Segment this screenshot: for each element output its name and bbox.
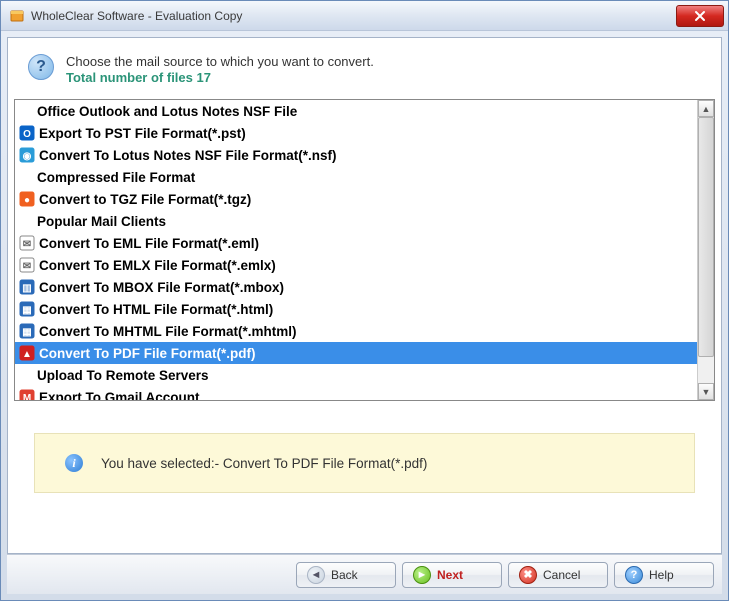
list-group-header: Popular Mail Clients bbox=[15, 210, 697, 232]
scroll-up-button[interactable]: ▲ bbox=[698, 100, 714, 117]
next-button[interactable]: ► Next bbox=[402, 562, 502, 588]
cancel-button[interactable]: ✖ Cancel bbox=[508, 562, 608, 588]
status-prefix: You have selected:- bbox=[101, 456, 223, 471]
svg-text:✉: ✉ bbox=[23, 261, 31, 272]
svg-text:◉: ◉ bbox=[23, 151, 32, 162]
list-group-header: Office Outlook and Lotus Notes NSF File bbox=[15, 100, 697, 122]
back-arrow-icon: ◄ bbox=[307, 566, 325, 584]
help-icon: ? bbox=[625, 566, 643, 584]
window-title: WholeClear Software - Evaluation Copy bbox=[31, 9, 676, 23]
question-icon: ? bbox=[28, 54, 54, 80]
selection-status-panel: i You have selected:- Convert To PDF Fil… bbox=[34, 433, 695, 493]
selection-status-text: You have selected:- Convert To PDF File … bbox=[101, 456, 427, 471]
item-label: Convert to TGZ File Format(*.tgz) bbox=[39, 192, 251, 207]
file-count-text: Total number of files 17 bbox=[66, 70, 374, 85]
scroll-thumb[interactable] bbox=[698, 117, 714, 357]
content-panel: ? Choose the mail source to which you wa… bbox=[7, 37, 722, 554]
list-item[interactable]: M Export To Gmail Account bbox=[15, 386, 697, 400]
scrollbar[interactable]: ▲ ▼ bbox=[697, 100, 714, 400]
emlx-icon: ✉ bbox=[19, 257, 35, 273]
info-icon: i bbox=[65, 454, 83, 472]
list-item[interactable]: ▦ Convert To HTML File Format(*.html) bbox=[15, 298, 697, 320]
content-frame: ? Choose the mail source to which you wa… bbox=[1, 31, 728, 600]
titlebar[interactable]: WholeClear Software - Evaluation Copy bbox=[1, 1, 728, 31]
list-item[interactable]: ▥ Convert To MBOX File Format(*.mbox) bbox=[15, 276, 697, 298]
item-label: Export To PST File Format(*.pst) bbox=[39, 126, 246, 141]
list-item[interactable]: ▲ Convert To PDF File Format(*.pdf) bbox=[15, 342, 697, 364]
item-label: Convert To PDF File Format(*.pdf) bbox=[39, 346, 256, 361]
list-item[interactable]: ▦ Convert To MHTML File Format(*.mhtml) bbox=[15, 320, 697, 342]
item-label: Convert To MBOX File Format(*.mbox) bbox=[39, 280, 284, 295]
item-label: Convert To MHTML File Format(*.mhtml) bbox=[39, 324, 297, 339]
list-viewport[interactable]: Office Outlook and Lotus Notes NSF File O… bbox=[15, 100, 697, 400]
svg-text:✉: ✉ bbox=[23, 239, 31, 250]
item-label: Convert To EMLX File Format(*.emlx) bbox=[39, 258, 276, 273]
list-item[interactable]: ✉ Convert To EMLX File Format(*.emlx) bbox=[15, 254, 697, 276]
svg-text:M: M bbox=[23, 393, 31, 400]
instruction-text: Choose the mail source to which you want… bbox=[66, 54, 374, 69]
header-info: ? Choose the mail source to which you wa… bbox=[8, 38, 721, 99]
group-label: Popular Mail Clients bbox=[37, 214, 166, 229]
back-button[interactable]: ◄ Back bbox=[296, 562, 396, 588]
item-label: Convert To HTML File Format(*.html) bbox=[39, 302, 273, 317]
pdf-icon: ▲ bbox=[19, 345, 35, 361]
group-label: Office Outlook and Lotus Notes NSF File bbox=[37, 104, 297, 119]
svg-text:●: ● bbox=[24, 195, 30, 206]
list-item[interactable]: ◉ Convert To Lotus Notes NSF File Format(… bbox=[15, 144, 697, 166]
help-label: Help bbox=[649, 568, 674, 582]
status-value: Convert To PDF File Format(*.pdf) bbox=[223, 456, 428, 471]
item-label: Convert To Lotus Notes NSF File Format(*… bbox=[39, 148, 337, 163]
lotus-icon: ◉ bbox=[19, 147, 35, 163]
group-label: Upload To Remote Servers bbox=[37, 368, 209, 383]
eml-icon: ✉ bbox=[19, 235, 35, 251]
scroll-down-button[interactable]: ▼ bbox=[698, 383, 714, 400]
item-label: Export To Gmail Account bbox=[39, 390, 200, 401]
app-icon bbox=[9, 8, 25, 24]
help-button[interactable]: ? Help bbox=[614, 562, 714, 588]
html-icon: ▦ bbox=[19, 301, 35, 317]
mhtml-icon: ▦ bbox=[19, 323, 35, 339]
list-group-header: Compressed File Format bbox=[15, 166, 697, 188]
tgz-icon: ● bbox=[19, 191, 35, 207]
group-label: Compressed File Format bbox=[37, 170, 195, 185]
next-label: Next bbox=[437, 568, 463, 582]
mbox-icon: ▥ bbox=[19, 279, 35, 295]
cancel-icon: ✖ bbox=[519, 566, 537, 584]
header-texts: Choose the mail source to which you want… bbox=[66, 54, 374, 85]
list-item[interactable]: O Export To PST File Format(*.pst) bbox=[15, 122, 697, 144]
gmail-icon: M bbox=[19, 389, 35, 400]
svg-text:▥: ▥ bbox=[22, 283, 31, 294]
list-item[interactable]: ✉ Convert To EML File Format(*.eml) bbox=[15, 232, 697, 254]
cancel-label: Cancel bbox=[543, 568, 580, 582]
svg-text:O: O bbox=[23, 129, 31, 140]
scroll-track[interactable] bbox=[698, 117, 714, 383]
list-item[interactable]: ● Convert to TGZ File Format(*.tgz) bbox=[15, 188, 697, 210]
item-label: Convert To EML File Format(*.eml) bbox=[39, 236, 259, 251]
button-bar: ◄ Back ► Next ✖ Cancel ? Help bbox=[7, 554, 722, 594]
outlook-icon: O bbox=[19, 125, 35, 141]
next-arrow-icon: ► bbox=[413, 566, 431, 584]
close-button[interactable] bbox=[676, 5, 724, 27]
svg-text:▦: ▦ bbox=[22, 305, 31, 316]
back-label: Back bbox=[331, 568, 358, 582]
svg-text:▲: ▲ bbox=[22, 349, 32, 360]
app-window: WholeClear Software - Evaluation Copy ? … bbox=[0, 0, 729, 601]
list-group-header: Upload To Remote Servers bbox=[15, 364, 697, 386]
format-list: Office Outlook and Lotus Notes NSF File O… bbox=[14, 99, 715, 401]
svg-text:▦: ▦ bbox=[22, 327, 31, 338]
